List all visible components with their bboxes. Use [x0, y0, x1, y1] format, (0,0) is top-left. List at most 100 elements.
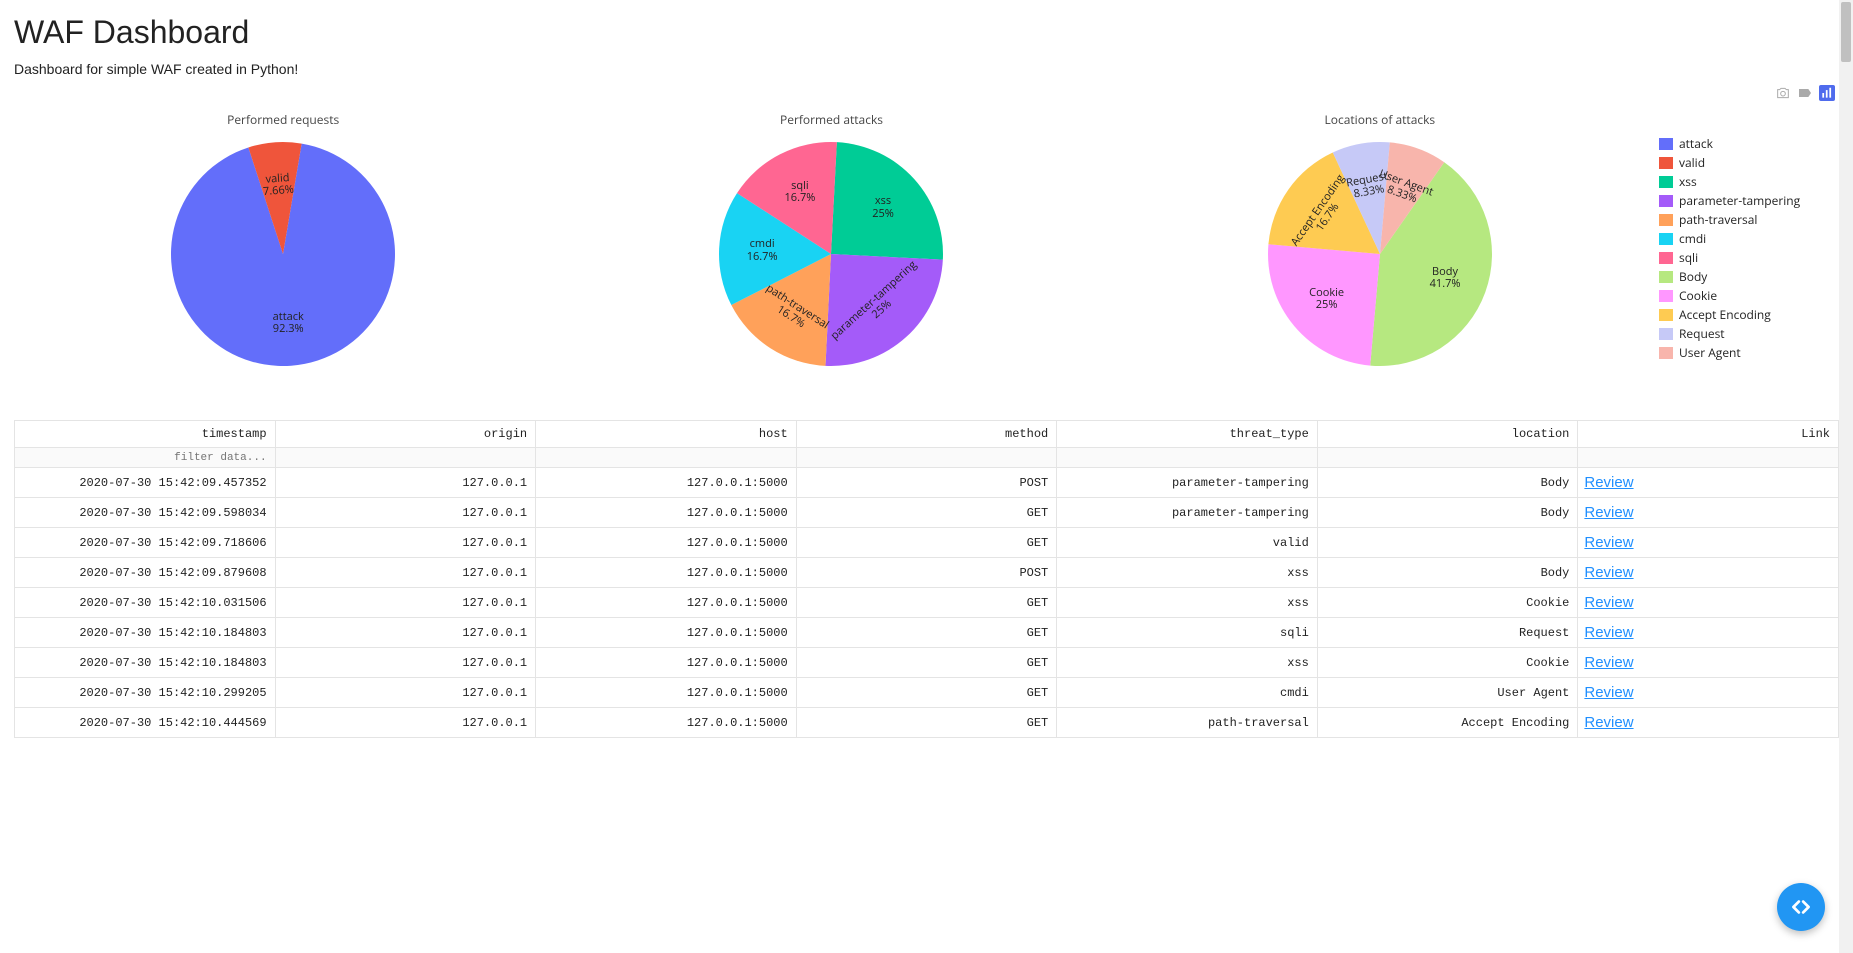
cell-method: GET [796, 708, 1057, 738]
pie-slice[interactable] [826, 254, 943, 366]
cell-timestamp: 2020-07-30 15:42:10.184803 [15, 618, 276, 648]
legend-swatch [1659, 195, 1673, 207]
column-header[interactable]: threat_type [1057, 421, 1318, 448]
vertical-scrollbar[interactable] [1839, 0, 1853, 953]
pie-slice[interactable] [1268, 244, 1380, 365]
cell-threat_type: xss [1057, 558, 1318, 588]
legend-swatch [1659, 271, 1673, 283]
legend-item[interactable]: Accept Encoding [1659, 306, 1839, 323]
review-link[interactable]: Review [1584, 684, 1633, 701]
chart-locations-of-attacks[interactable]: Locations of attacks Body41.7%Cookie25%A… [1111, 111, 1649, 374]
legend-item[interactable]: attack [1659, 135, 1839, 152]
legend-item[interactable]: Cookie [1659, 287, 1839, 304]
chart-toolbar [14, 85, 1839, 101]
cell-location: Accept Encoding [1317, 708, 1578, 738]
legend-swatch [1659, 157, 1673, 169]
legend-item[interactable]: parameter-tampering [1659, 192, 1839, 209]
cell-method: GET [796, 678, 1057, 708]
review-link[interactable]: Review [1584, 534, 1633, 551]
cell-origin: 127.0.0.1 [275, 558, 536, 588]
cell-host: 127.0.0.1:5000 [536, 648, 797, 678]
legend-swatch [1659, 214, 1673, 226]
cell-timestamp: 2020-07-30 15:42:10.031506 [15, 588, 276, 618]
table-row: 2020-07-30 15:42:10.444569127.0.0.1127.0… [15, 708, 1839, 738]
cell-timestamp: 2020-07-30 15:42:10.299205 [15, 678, 276, 708]
column-header[interactable]: timestamp [15, 421, 276, 448]
review-link[interactable]: Review [1584, 474, 1633, 491]
cell-location: Request [1317, 618, 1578, 648]
debug-toggle-button[interactable] [1777, 883, 1825, 931]
camera-icon[interactable] [1775, 85, 1791, 101]
legend-label: valid [1679, 154, 1705, 171]
legend-label: User Agent [1679, 344, 1741, 361]
cell-method: GET [796, 498, 1057, 528]
table-row: 2020-07-30 15:42:09.718606127.0.0.1127.0… [15, 528, 1839, 558]
column-filter-input[interactable] [1584, 451, 1832, 465]
legend-item[interactable]: valid [1659, 154, 1839, 171]
scrollbar-thumb[interactable] [1841, 2, 1851, 62]
review-link[interactable]: Review [1584, 624, 1633, 641]
legend-swatch [1659, 347, 1673, 359]
cell-location: Cookie [1317, 648, 1578, 678]
review-link[interactable]: Review [1584, 594, 1633, 611]
cell-method: GET [796, 618, 1057, 648]
chart-performed-requests[interactable]: Performed requests attack92.3%valid7.66% [14, 111, 552, 374]
cell-host: 127.0.0.1:5000 [536, 498, 797, 528]
legend-item[interactable]: Request [1659, 325, 1839, 342]
review-link[interactable]: Review [1584, 564, 1633, 581]
legend-swatch [1659, 233, 1673, 245]
legend-item[interactable]: User Agent [1659, 344, 1839, 361]
legend-label: Accept Encoding [1679, 306, 1771, 323]
table-row: 2020-07-30 15:42:09.457352127.0.0.1127.0… [15, 468, 1839, 498]
requests-table: timestamporiginhostmethodthreat_typeloca… [14, 420, 1839, 738]
chart-icon[interactable] [1819, 85, 1835, 101]
cell-timestamp: 2020-07-30 15:42:09.598034 [15, 498, 276, 528]
legend-swatch [1659, 252, 1673, 264]
cell-threat_type: path-traversal [1057, 708, 1318, 738]
cell-timestamp: 2020-07-30 15:42:09.718606 [15, 528, 276, 558]
cell-host: 127.0.0.1:5000 [536, 618, 797, 648]
cell-threat_type: valid [1057, 528, 1318, 558]
legend-item[interactable]: sqli [1659, 249, 1839, 266]
legend-item[interactable]: xss [1659, 173, 1839, 190]
review-link[interactable]: Review [1584, 654, 1633, 671]
legend-swatch [1659, 328, 1673, 340]
cell-threat_type: parameter-tampering [1057, 468, 1318, 498]
chart-performed-attacks[interactable]: Performed attacks xss25%parameter-tamper… [562, 111, 1100, 374]
review-link[interactable]: Review [1584, 504, 1633, 521]
cell-timestamp: 2020-07-30 15:42:10.184803 [15, 648, 276, 678]
cell-location: Body [1317, 468, 1578, 498]
chart-title: Performed attacks [780, 111, 883, 128]
cell-origin: 127.0.0.1 [275, 648, 536, 678]
cell-method: POST [796, 468, 1057, 498]
tag-icon[interactable] [1797, 85, 1813, 101]
column-filter-input[interactable] [803, 451, 1051, 465]
table-row: 2020-07-30 15:42:10.184803127.0.0.1127.0… [15, 618, 1839, 648]
column-header[interactable]: method [796, 421, 1057, 448]
column-header[interactable]: location [1317, 421, 1578, 448]
legend-item[interactable]: path-traversal [1659, 211, 1839, 228]
legend-label: sqli [1679, 249, 1698, 266]
legend-label: cmdi [1679, 230, 1706, 247]
review-link[interactable]: Review [1584, 714, 1633, 731]
cell-method: POST [796, 558, 1057, 588]
column-header[interactable]: host [536, 421, 797, 448]
column-header[interactable]: origin [275, 421, 536, 448]
cell-method: GET [796, 588, 1057, 618]
column-filter-input[interactable] [282, 451, 530, 465]
column-filter-input[interactable] [21, 451, 269, 465]
column-filter-input[interactable] [542, 451, 790, 465]
column-header[interactable]: Link [1578, 421, 1839, 448]
legend-item[interactable]: cmdi [1659, 230, 1839, 247]
cell-threat_type: parameter-tampering [1057, 498, 1318, 528]
legend-item[interactable]: Body [1659, 268, 1839, 285]
table-row: 2020-07-30 15:42:09.879608127.0.0.1127.0… [15, 558, 1839, 588]
cell-method: GET [796, 648, 1057, 678]
legend-label: Request [1679, 325, 1725, 342]
chart-title: Locations of attacks [1324, 111, 1435, 128]
cell-location: Body [1317, 498, 1578, 528]
column-filter-input[interactable] [1063, 451, 1311, 465]
pie-slice[interactable] [831, 142, 943, 260]
chart-title: Performed requests [227, 111, 339, 128]
column-filter-input[interactable] [1324, 451, 1572, 465]
